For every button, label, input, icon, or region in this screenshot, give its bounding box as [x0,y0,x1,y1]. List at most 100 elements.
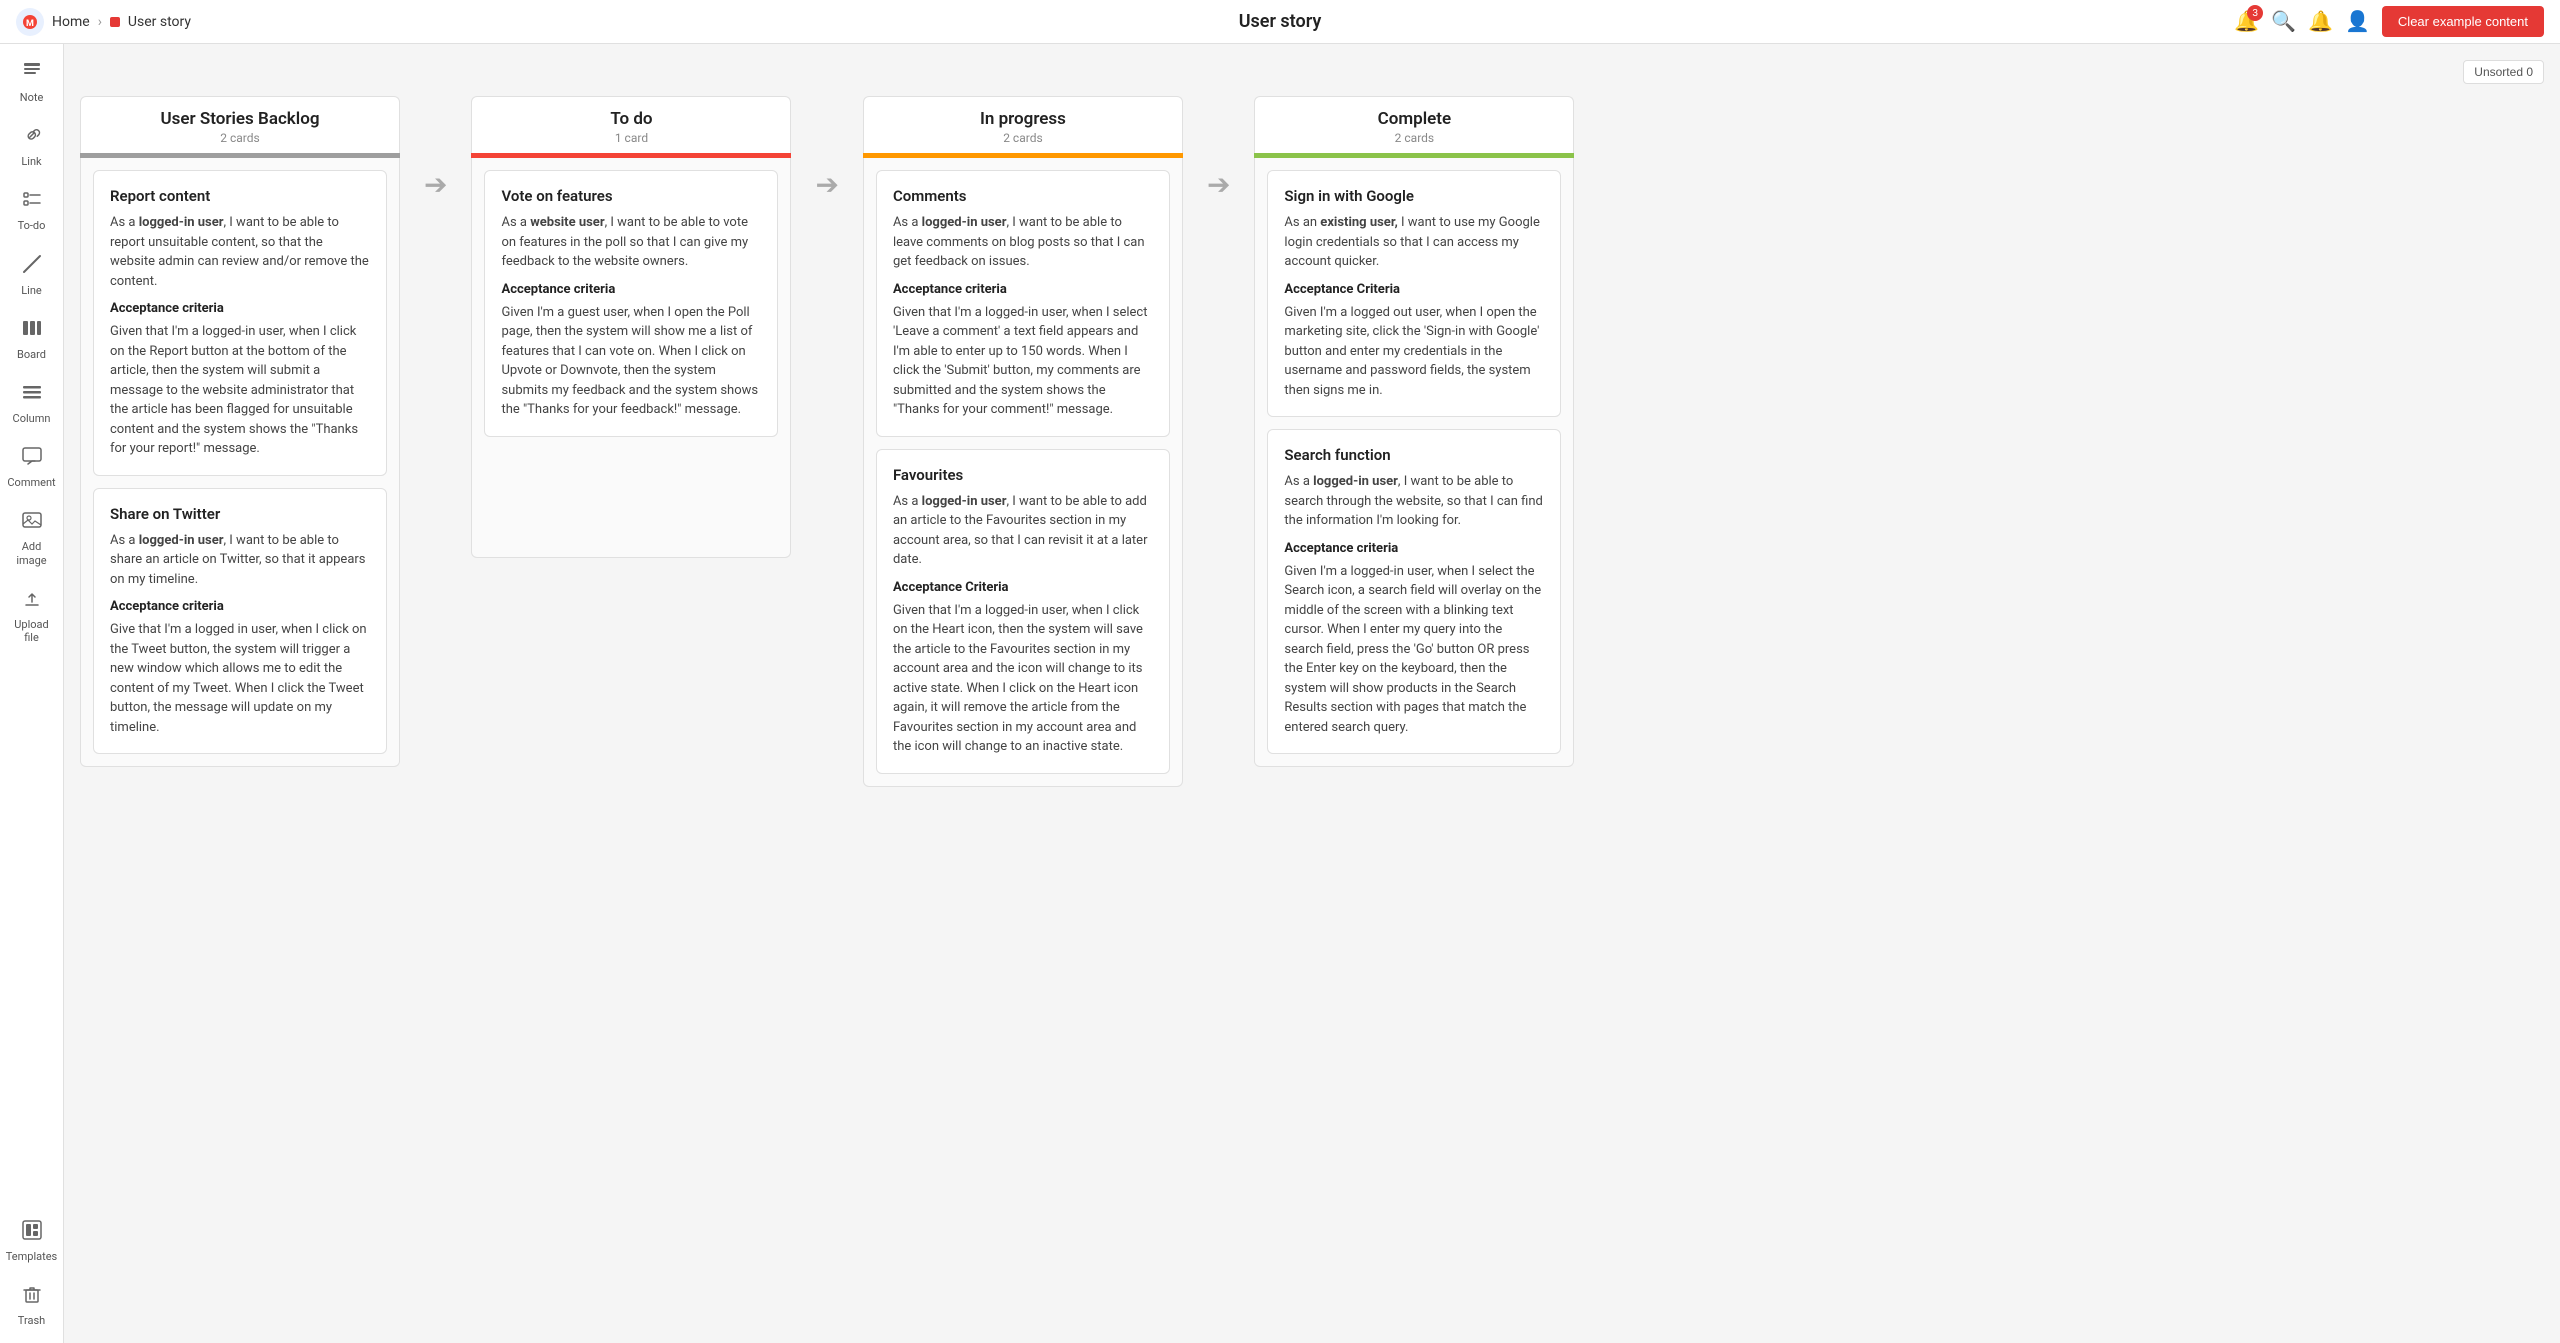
column-arrow: ➔ [815,96,838,201]
note-icon [21,60,43,87]
column-count-todo: 1 card [488,131,774,145]
card-criteria-title: Acceptance Criteria [893,580,1153,595]
column-header-backlog: User Stories Backlog 2 cards [80,96,400,153]
add-image-icon [21,509,43,536]
card-title: Sign in with Google [1284,187,1544,205]
card-inprogress-0[interactable]: Comments As a logged-in user, I want to b… [876,170,1170,437]
card-todo-0[interactable]: Vote on features As a website user, I wan… [484,170,778,437]
alert-icon: 🔔 [2308,11,2333,33]
column-body-todo: Vote on features As a website user, I wan… [471,158,791,558]
column-header-complete: Complete 2 cards [1254,96,1574,153]
card-criteria-text: Given I'm a logged out user, when I open… [1284,303,1544,401]
unsorted-button[interactable]: Unsorted 0 [2463,60,2544,84]
sidebar-item-upload-file[interactable]: Upload file [4,579,60,652]
card-criteria-text: Given that I'm a logged-in user, when I … [110,322,370,459]
card-desc: As a website user, I want to be able to … [501,213,761,272]
sidebar-item-board[interactable]: Board [4,309,60,369]
sidebar-item-note[interactable]: Note [4,52,60,112]
comment-icon [21,445,43,472]
sidebar-item-board-label: Board [17,348,46,361]
sidebar-item-line[interactable]: Line [4,245,60,305]
sidebar-item-note-label: Note [20,91,44,104]
column-title-inprogress: In progress [880,109,1166,129]
notification-badge: 3 [2247,5,2263,21]
column-icon [21,381,43,408]
trash-icon [21,1283,43,1310]
sidebar-item-link[interactable]: Link [4,116,60,176]
user-icon: 👤 [2345,11,2370,33]
sidebar-item-comment[interactable]: Comment [4,437,60,497]
breadcrumb-home[interactable]: Home [52,14,90,30]
page-color-dot [110,17,120,27]
sidebar-item-column[interactable]: Column [4,373,60,433]
sidebar-item-todo[interactable]: To-do [4,180,60,240]
column-title-todo: To do [488,109,774,129]
sidebar-item-templates[interactable]: Templates [4,1211,60,1271]
column-header-todo: To do 1 card [471,96,791,153]
alerts-button[interactable]: 🔔 [2308,9,2333,34]
column-title-complete: Complete [1271,109,1557,129]
upload-file-icon [21,587,43,614]
card-title: Comments [893,187,1153,205]
search-icon: 🔍 [2271,11,2296,33]
card-desc: As a logged-in user, I want to be able t… [110,531,370,590]
sidebar-item-trash-label: Trash [18,1314,45,1327]
breadcrumb: M Home › User story [16,8,191,36]
breadcrumb-current: User story [128,14,191,30]
topbar-actions: 🔔 3 🔍 🔔 👤 Clear example content [2234,6,2544,37]
link-icon [21,124,43,151]
column-backlog: User Stories Backlog 2 cards Report conten… [80,96,400,767]
card-criteria-text: Given that I'm a logged-in user, when I … [893,601,1153,757]
card-backlog-1[interactable]: Share on Twitter As a logged-in user, I w… [93,488,387,755]
svg-text:M: M [26,19,34,29]
sidebar-item-add-image[interactable]: Add image [4,501,60,574]
column-body-inprogress: Comments As a logged-in user, I want to b… [863,158,1183,787]
sidebar-item-upload-file-label: Upload file [10,618,54,644]
card-criteria-title: Acceptance Criteria [1284,282,1544,297]
card-title: Share on Twitter [110,505,370,523]
board-area: Unsorted 0 User Stories Backlog 2 cards Re… [64,44,2560,1343]
user-profile-button[interactable]: 👤 [2345,9,2370,34]
sidebar-item-link-label: Link [21,155,41,168]
notifications-button[interactable]: 🔔 3 [2234,9,2259,34]
column-count-backlog: 2 cards [97,131,383,145]
clear-example-button[interactable]: Clear example content [2382,6,2544,37]
line-icon [21,253,43,280]
sidebar-item-add-image-label: Add image [10,540,54,566]
sidebar-item-line-label: Line [21,284,42,297]
search-button[interactable]: 🔍 [2271,9,2296,34]
card-complete-1[interactable]: Search functionAs a logged-in user, I wa… [1267,429,1561,754]
card-desc: As an existing user, I want to use my Go… [1284,213,1544,272]
page-title: User story [1239,11,1322,32]
column-count-complete: 2 cards [1271,131,1557,145]
card-desc: As a logged-in user, I want to be able t… [893,213,1153,272]
column-body-complete: Sign in with Google As an existing user, … [1254,158,1574,767]
card-criteria-text: Given that I'm a logged-in user, when I … [893,303,1153,420]
topbar: M Home › User story User story 🔔 3 🔍 🔔 👤… [0,0,2560,44]
card-title: Vote on features [501,187,761,205]
card-criteria-title: Acceptance criteria [501,282,761,297]
card-desc: As a logged-in user, I want to be able t… [893,492,1153,570]
card-criteria-text: Given I'm a guest user, when I open the … [501,303,761,420]
column-complete: Complete 2 cards Sign in with Google As an … [1254,96,1574,767]
card-inprogress-1[interactable]: Favourites As a logged-in user, I want to… [876,449,1170,774]
card-complete-0[interactable]: Sign in with Google As an existing user, … [1267,170,1561,417]
sidebar-item-comment-label: Comment [7,476,55,489]
sidebar: Note Link To-do Line Board [0,44,64,1343]
card-title: Report content [110,187,370,205]
columns-row: User Stories Backlog 2 cards Report conten… [80,96,2544,787]
sidebar-item-templates-label: Templates [6,1250,57,1263]
card-criteria-title: Acceptance criteria [110,301,370,316]
sidebar-item-column-label: Column [13,412,51,425]
breadcrumb-separator: › [98,14,102,30]
sidebar-item-todo-label: To-do [18,219,46,232]
column-count-inprogress: 2 cards [880,131,1166,145]
column-arrow: ➔ [1207,96,1230,201]
home-button[interactable]: M [16,8,44,36]
card-title: Favourites [893,466,1153,484]
sidebar-item-trash[interactable]: Trash [4,1275,60,1335]
card-criteria-text: Given I'm a logged-in user, when I selec… [1284,562,1544,738]
column-title-backlog: User Stories Backlog [97,109,383,129]
card-backlog-0[interactable]: Report contentAs a logged-in user, I wan… [93,170,387,476]
card-criteria-title: Acceptance criteria [893,282,1153,297]
